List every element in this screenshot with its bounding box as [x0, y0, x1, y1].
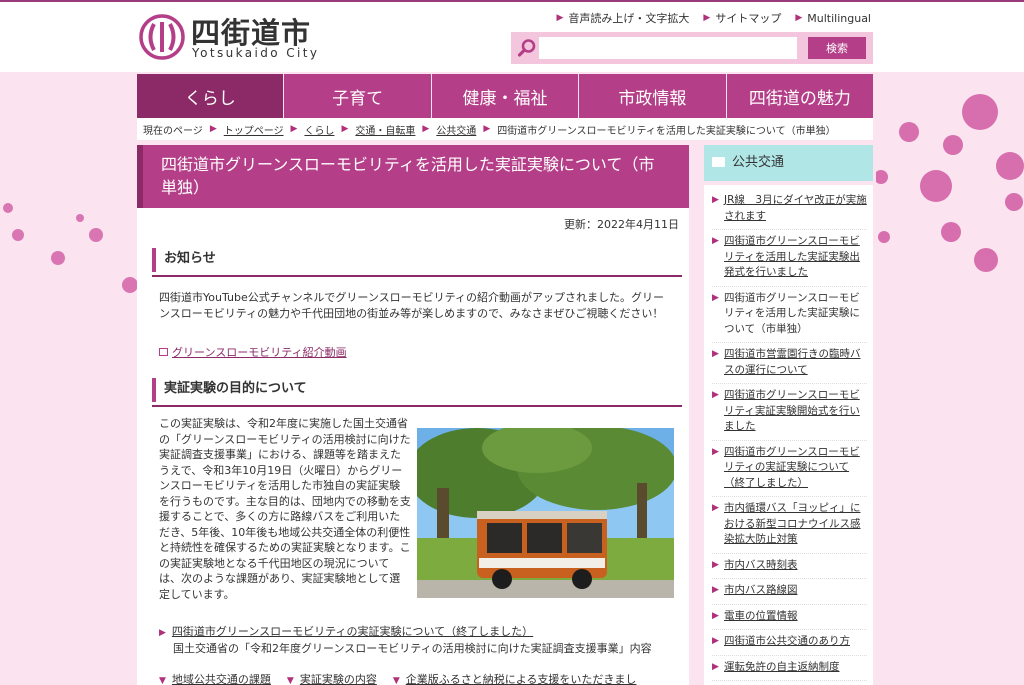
triangle-down-icon: ▼ — [159, 676, 166, 685]
sidebar-item: ▶ 四街道市グリーンスローモビリティ実証実験開始式を行いました — [712, 384, 867, 441]
notice-heading: お知らせ — [152, 248, 682, 277]
sidebar-link[interactable]: 運転免許の自主返納制度 — [724, 661, 840, 673]
page-title-band: 四街道市グリーンスローモビリティを活用した実証実験について（市単独） — [137, 145, 689, 208]
sidebar-item: ▶ 市内バス時刻表 — [712, 554, 867, 579]
chevron-right-icon: ▶ — [483, 124, 491, 134]
chevron-right-icon: ▶ — [795, 13, 803, 23]
anchor-links: ▼ 地域公共交通の課題 ▼ 実証実験の内容 ▼ 企業版ふるさと納税による支援をいただき… — [159, 671, 636, 685]
search-button[interactable]: 検索 — [808, 37, 866, 59]
sidebar-link[interactable]: 市内循環バス「ヨッピィ」における新型コロナウイルス感染拡大防止対策 — [724, 502, 861, 545]
sidebar-current: 四街道市グリーンスローモビリティを活用した実証実験について（市単独） — [724, 291, 860, 335]
page-title: 四街道市グリーンスローモビリティを活用した実証実験について（市単独） — [161, 155, 655, 197]
chevron-right-icon: ▶ — [712, 661, 719, 672]
chevron-right-icon: ▶ — [341, 124, 349, 134]
chevron-right-icon: ▶ — [712, 236, 719, 246]
breadcrumb-item-top[interactable]: トップページ — [224, 122, 284, 137]
nav-item-kosodate[interactable]: 子育て — [284, 74, 432, 118]
breadcrumb-current-label: 現在のページ — [143, 125, 203, 137]
search-icon — [517, 39, 536, 57]
search-input[interactable] — [539, 37, 797, 59]
chevron-right-icon: ▶ — [712, 559, 719, 570]
chevron-right-icon: ▶ — [712, 636, 719, 646]
chevron-right-icon: ▶ — [209, 124, 217, 134]
video-link[interactable]: グリーンスローモビリティ紹介動画 — [159, 344, 347, 360]
sidebar-link[interactable]: JR線 3月にダイヤ改正が実施されます — [724, 194, 867, 222]
breadcrumb-item-kurashi[interactable]: くらし — [304, 122, 334, 137]
external-window-icon — [159, 348, 168, 356]
sitemap-link[interactable]: ▶ サイトマップ — [703, 10, 781, 26]
notice-text: 四街道市YouTube公式チャンネルでグリーンスローモビリティの紹介動画がアップ… — [159, 291, 664, 320]
read-aloud-link[interactable]: ▶ 音声読み上げ・文字拡大 — [557, 10, 690, 26]
nav-item-kenko-fukushi[interactable]: 健康・福祉 — [431, 74, 580, 118]
cherry-blossom-decoration — [3, 203, 138, 293]
chevron-right-icon: ▶ — [712, 349, 719, 359]
sidebar-link[interactable]: 四街道市営霊園行きの臨時バスの運行について — [724, 348, 861, 376]
sidebar-item: ▶ 市内循環バス「ヨッピィ」における新型コロナウイルス感染拡大防止対策 — [712, 497, 867, 554]
nav-item-miryoku[interactable]: 四街道の魅力 — [726, 74, 874, 118]
chevron-right-icon: ▶ — [712, 446, 719, 457]
global-navigation: くらし 子育て 健康・福祉 市政情報 四街道の魅力 — [137, 74, 874, 118]
sidebar-item: ▶ 運転免許の自主返納制度 — [712, 656, 867, 681]
sidebar-link[interactable]: 四街道市グリーンスローモビリティを活用した実証実験出発式を行いました — [724, 235, 860, 278]
main-content: 四街道市グリーンスローモビリティを活用した実証実験について（市単独） 更新：20… — [137, 145, 689, 685]
sidebar: 公共交通 ▶ JR線 3月にダイヤ改正が実施されます ▶ 四街道市グリーンスローモビ… — [704, 145, 873, 685]
utility-links: ▶ 音声読み上げ・文字拡大 ▶ サイトマップ ▶ Multilingual — [557, 10, 872, 26]
cherry-blossom-decoration — [876, 94, 1024, 272]
site-header: 四街道市 Yotsukaido City ▶ 音声読み上げ・文字拡大 ▶ サイトマッ… — [137, 2, 873, 72]
breadcrumb-current: 四街道市グリーンスローモビリティを活用した実証実験について（市単独） — [497, 125, 836, 137]
logo-city-name-en[interactable]: Yotsukaido City — [192, 46, 319, 60]
sidebar-item: ▶ 四街道市営霊園行きの臨時バスの運行について — [712, 343, 867, 384]
sidebar-link[interactable]: 市内バス時刻表 — [724, 559, 798, 571]
updated-date: 更新：2022年4月11日 — [564, 218, 679, 231]
purpose-text: この実証実験は、令和2年度に実施した国土交通省の「グリーンスローモビリティの活用… — [159, 417, 411, 601]
sidebar-item: ▶ 市内バス路線図 — [712, 579, 867, 605]
breadcrumb-item-kotsu[interactable]: 交通・自転車 — [355, 122, 415, 137]
sidebar-item: ▶ 四街道市公共交通のあり方 — [712, 630, 867, 656]
chevron-right-icon: ▶ — [712, 195, 719, 205]
triangle-down-icon: ▼ — [392, 676, 400, 685]
breadcrumb-item-koukyou-kotsu[interactable]: 公共交通 — [436, 122, 476, 137]
multilingual-link[interactable]: ▶ Multilingual — [795, 10, 871, 26]
chevron-right-icon: ▶ — [712, 503, 719, 513]
city-emblem-icon[interactable] — [139, 14, 185, 60]
search-bar: 検索 — [511, 32, 873, 64]
chevron-right-icon: ▶ — [159, 628, 166, 638]
chevron-right-icon: ▶ — [290, 124, 298, 134]
sidebar-link[interactable]: 四街道市グリーンスローモビリティの実証実験について（終了しました） — [724, 446, 860, 489]
sidebar-link[interactable]: 四街道市公共交通のあり方 — [724, 635, 850, 647]
anchor-link-naiyou[interactable]: 実証実験の内容 — [300, 673, 377, 685]
anchor-link-kigyouban[interactable]: 企業版ふるさと納税による支援をいただきまし — [406, 673, 637, 685]
chevron-right-icon: ▶ — [556, 13, 564, 23]
chevron-right-icon: ▶ — [712, 390, 719, 400]
related-link-row: ▶ 四街道市グリーンスローモビリティの実証実験について（終了しました） — [159, 623, 533, 639]
related-note: 国土交通省の「令和2年度グリーンスローモビリティの活用検討に向けた実証調査支援事… — [173, 642, 652, 655]
sidebar-item: ▶ 四街道市グリーンスローモビリティの実証実験について（終了しました） — [712, 441, 867, 497]
chevron-right-icon: ▶ — [712, 292, 719, 303]
nav-item-shisei[interactable]: 市政情報 — [579, 74, 727, 118]
purpose-heading: 実証実験の目的について — [152, 378, 682, 407]
chevron-right-icon: ▶ — [422, 124, 430, 134]
nav-item-kurashi[interactable]: くらし — [137, 74, 285, 118]
sidebar-link[interactable]: 四街道市グリーンスローモビリティ実証実験開始式を行いました — [724, 389, 860, 432]
sidebar-link[interactable]: 電車の位置情報 — [724, 610, 798, 622]
folder-icon — [712, 157, 725, 167]
chevron-right-icon: ▶ — [712, 585, 719, 595]
sidebar-list: ▶ JR線 3月にダイヤ改正が実施されます ▶ 四街道市グリーンスローモビリティを活… — [704, 185, 873, 685]
chevron-right-icon: ▶ — [712, 610, 719, 621]
sidebar-link[interactable]: 市内バス路線図 — [724, 584, 798, 596]
slow-mobility-bus-photo — [417, 428, 674, 598]
sidebar-item: ▶ 四街道市グリーンスローモビリティを活用した実証実験出発式を行いました — [712, 230, 867, 287]
related-link[interactable]: 四街道市グリーンスローモビリティの実証実験について（終了しました） — [172, 625, 533, 638]
sidebar-item: ▶ 電車の位置情報 — [712, 605, 867, 630]
triangle-down-icon: ▼ — [286, 676, 294, 685]
sidebar-heading: 公共交通 — [704, 145, 873, 181]
breadcrumb: 現在のページ ▶ トップページ ▶ くらし ▶ 交通・自転車 ▶ 公共交通 ▶ … — [137, 118, 873, 140]
sidebar-item: ▶ JR線 3月にダイヤ改正が実施されます — [712, 189, 867, 230]
anchor-link-kadai[interactable]: 地域公共交通の課題 — [172, 673, 271, 685]
chevron-right-icon: ▶ — [703, 13, 711, 23]
sidebar-item: ▶ 四街道市グリーンスローモビリティを活用した実証実験について（市単独） — [712, 287, 867, 343]
